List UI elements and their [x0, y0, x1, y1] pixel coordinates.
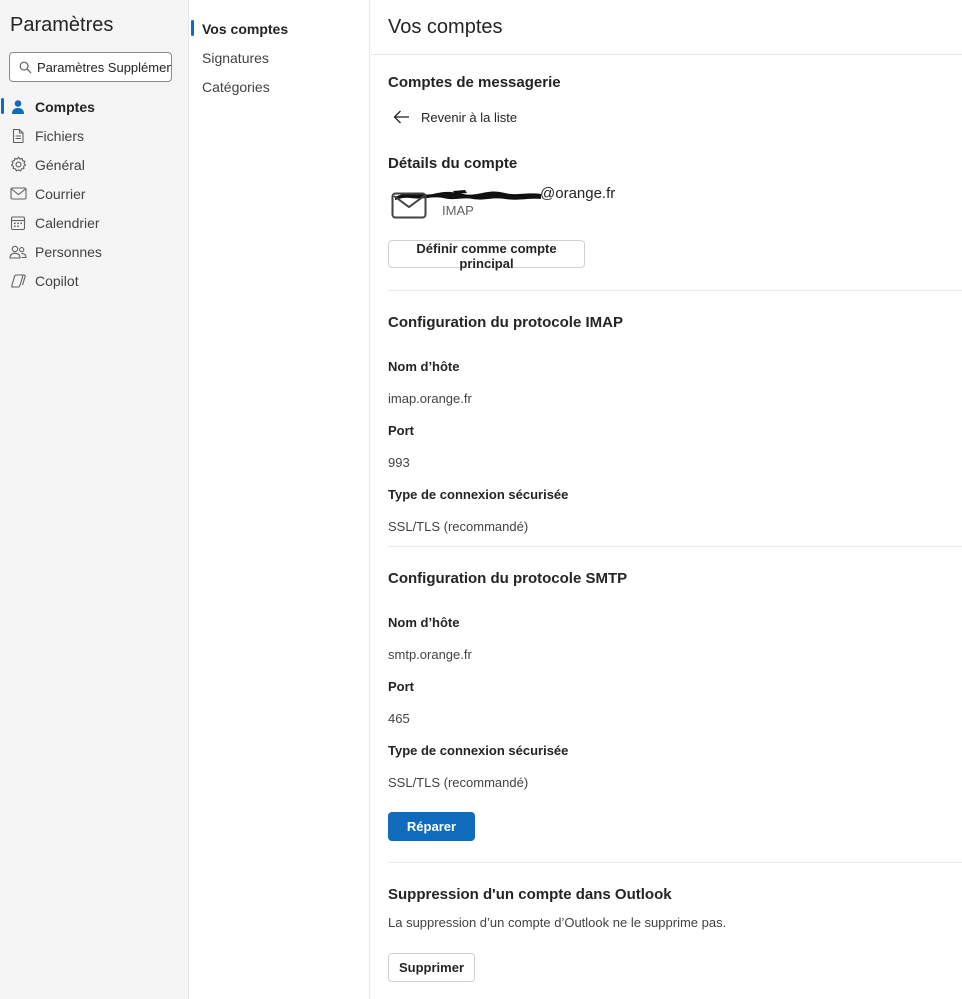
- account-details-heading: Détails du compte: [388, 155, 518, 172]
- smtp-heading: Configuration du protocole SMTP: [388, 570, 628, 587]
- remove-account-description: La suppression d’un compte d’Outlook ne …: [388, 915, 727, 930]
- gear-icon: [9, 156, 27, 174]
- document-icon: [9, 127, 27, 145]
- mail-accounts-heading: Comptes de messagerie: [388, 74, 561, 91]
- settings-nav-pane: Paramètres Comptes Fichiers Général: [0, 0, 189, 999]
- mail-icon: [9, 185, 27, 203]
- imap-security-value: SSL/TLS (recommandé): [388, 519, 529, 534]
- smtp-security-label: Type de connexion sécurisée: [388, 743, 569, 758]
- smtp-port-label: Port: [388, 679, 414, 694]
- nav-item-courrier[interactable]: Courrier: [0, 179, 189, 208]
- smtp-host-label: Nom d’hôte: [388, 615, 460, 630]
- arrow-left-icon: [393, 108, 411, 126]
- calendar-icon: [9, 214, 27, 232]
- section-divider: [388, 862, 962, 863]
- subnav-list: Vos comptes Signatures Catégories: [189, 14, 370, 101]
- subnav-item-signatures[interactable]: Signatures: [189, 43, 370, 72]
- people-icon: [9, 243, 27, 261]
- section-divider: [388, 290, 962, 291]
- subnav-item-vos-comptes[interactable]: Vos comptes: [189, 14, 370, 43]
- imap-port-label: Port: [388, 423, 414, 438]
- copilot-icon: [9, 272, 27, 290]
- person-icon: [9, 98, 27, 116]
- settings-search[interactable]: [9, 52, 172, 82]
- section-divider: [388, 546, 962, 547]
- settings-title: Paramètres: [10, 14, 114, 36]
- remove-account-heading: Suppression d'un compte dans Outlook: [388, 886, 672, 903]
- nav-item-label: Comptes: [35, 98, 95, 115]
- imap-host-value: imap.orange.fr: [388, 391, 472, 406]
- imap-port-value: 993: [388, 455, 410, 470]
- page-title: Vos comptes: [388, 16, 503, 38]
- mail-icon: [391, 192, 427, 225]
- imap-security-label: Type de connexion sécurisée: [388, 487, 569, 502]
- search-icon: [18, 60, 32, 74]
- nav-item-label: Courrier: [35, 185, 86, 202]
- account-card: @orange.fr IMAP: [388, 184, 788, 224]
- remove-account-button[interactable]: Supprimer: [388, 953, 475, 982]
- imap-heading: Configuration du protocole IMAP: [388, 314, 623, 331]
- nav-item-fichiers[interactable]: Fichiers: [0, 121, 189, 150]
- back-to-list-link[interactable]: Revenir à la liste: [393, 108, 517, 126]
- imap-host-label: Nom d’hôte: [388, 359, 460, 374]
- nav-item-calendrier[interactable]: Calendrier: [0, 208, 189, 237]
- nav-item-label: Fichiers: [35, 127, 85, 144]
- nav-item-label: Copilot: [35, 272, 79, 289]
- nav-item-label: Personnes: [35, 243, 102, 260]
- smtp-port-value: 465: [388, 711, 410, 726]
- nav-item-label: Général: [35, 156, 85, 173]
- smtp-security-value: SSL/TLS (recommandé): [388, 775, 529, 790]
- account-type: IMAP: [442, 203, 474, 218]
- settings-nav-list: Comptes Fichiers Général Courrier Calend…: [0, 92, 189, 295]
- title-divider: [371, 54, 962, 55]
- back-to-list-label: Revenir à la liste: [421, 109, 518, 125]
- nav-item-comptes[interactable]: Comptes: [0, 92, 189, 121]
- nav-item-personnes[interactable]: Personnes: [0, 237, 189, 266]
- nav-item-label: Calendrier: [35, 214, 100, 231]
- settings-main-pane: Vos comptes Comptes de messagerie Reveni…: [371, 0, 962, 999]
- nav-item-general[interactable]: Général: [0, 150, 189, 179]
- set-primary-account-button[interactable]: Définir comme compte principal: [388, 240, 585, 271]
- repair-button[interactable]: Réparer: [388, 812, 475, 841]
- settings-subnav-pane: Vos comptes Signatures Catégories: [189, 0, 370, 999]
- search-input[interactable]: [37, 59, 171, 75]
- smtp-host-value: smtp.orange.fr: [388, 647, 472, 662]
- subnav-item-categories[interactable]: Catégories: [189, 72, 370, 101]
- account-email: @orange.fr: [540, 185, 616, 202]
- nav-item-copilot[interactable]: Copilot: [0, 266, 189, 295]
